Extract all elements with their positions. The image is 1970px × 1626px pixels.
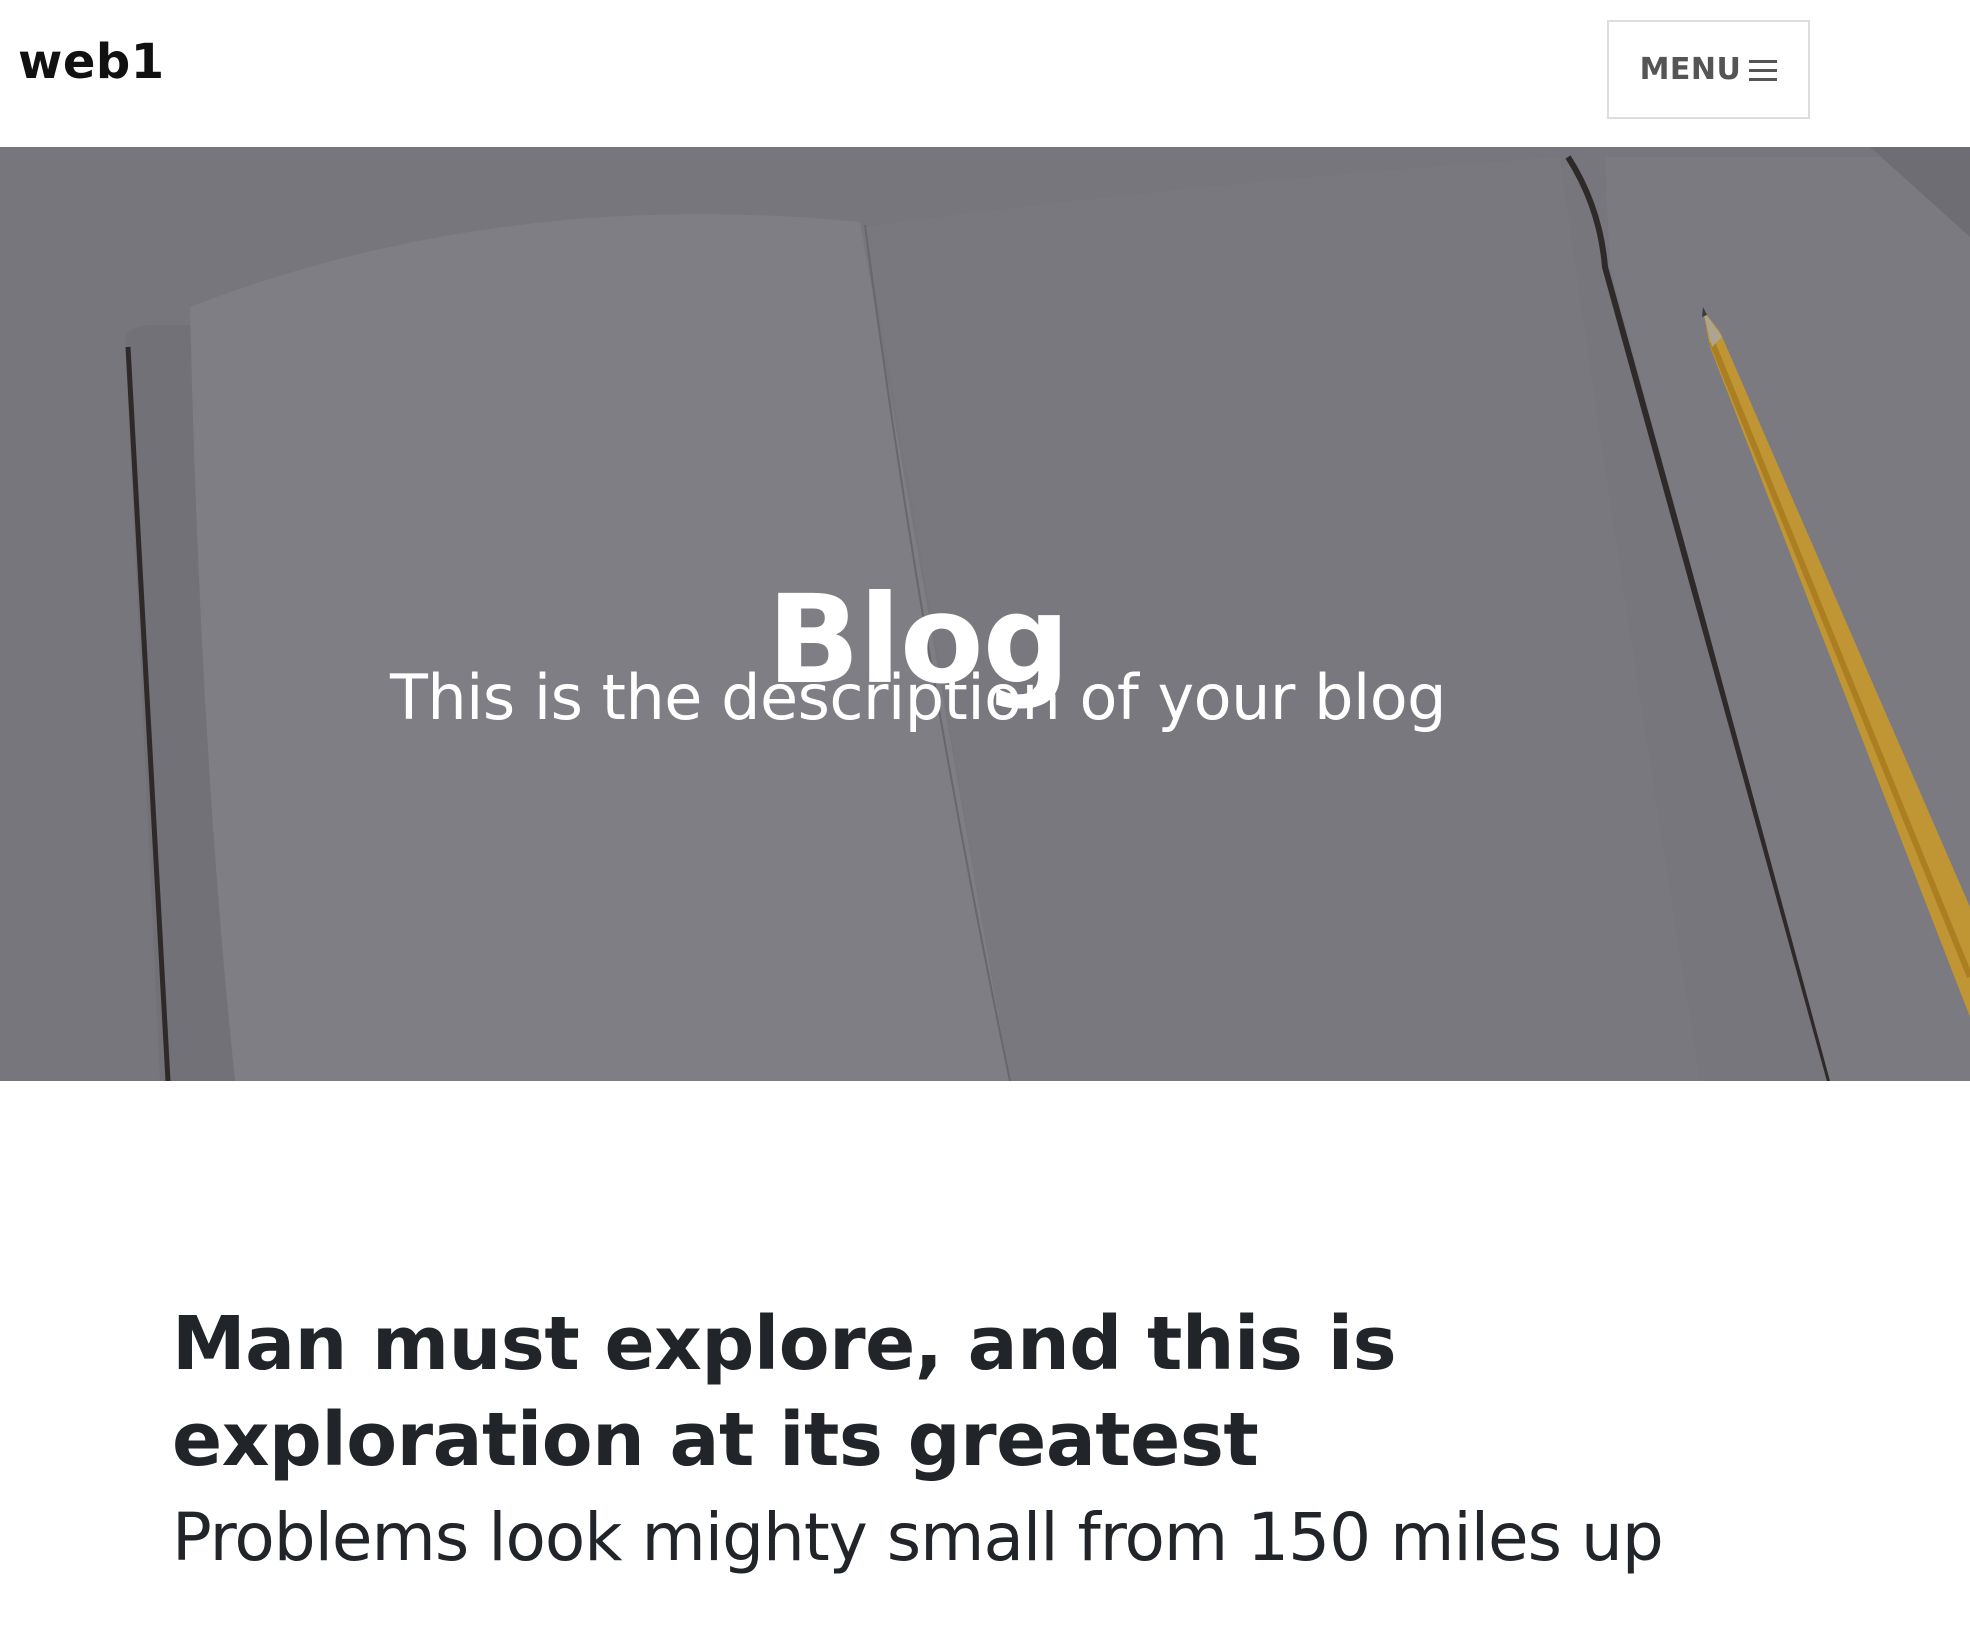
post-preview: Man must explore, and this is exploratio… [172, 1296, 1672, 1575]
navbar: web1 MENU [0, 0, 1970, 147]
hero-subtitle: This is the description of your blog [390, 661, 1446, 734]
hamburger-menu-icon [1749, 58, 1778, 82]
post-title-link[interactable]: Man must explore, and this is exploratio… [172, 1296, 1672, 1488]
post-subtitle: Problems look mighty small from 150 mile… [172, 1499, 1664, 1576]
hero-masthead: Blog This is the description of your blo… [0, 147, 1970, 1081]
menu-button[interactable]: MENU [1607, 20, 1810, 119]
site-brand[interactable]: web1 [18, 38, 165, 86]
menu-button-label: MENU [1639, 52, 1742, 87]
